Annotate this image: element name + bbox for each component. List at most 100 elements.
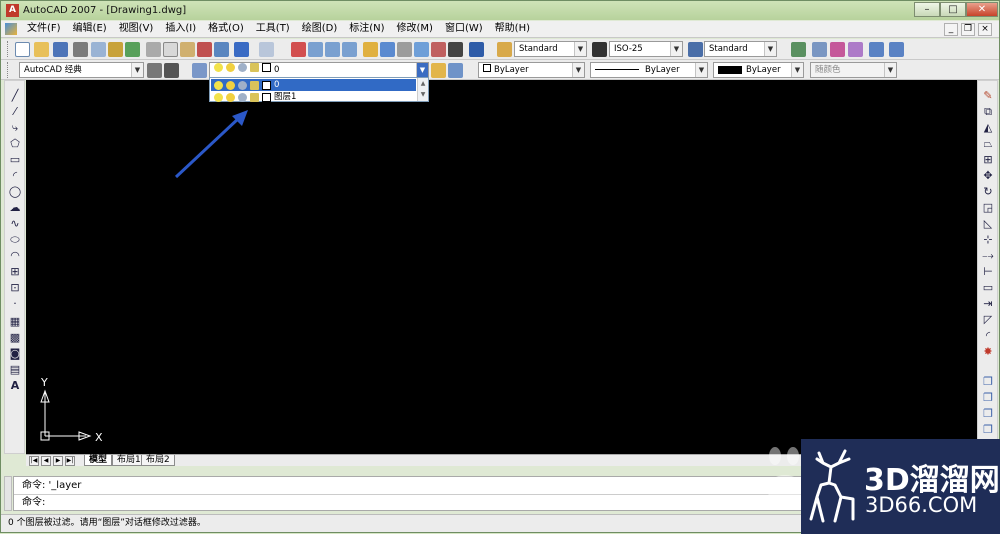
- join-icon[interactable]: ⇥: [981, 297, 995, 311]
- workspace-settings-icon[interactable]: [147, 63, 162, 78]
- layer-properties-icon[interactable]: [192, 63, 207, 78]
- zoom-realtime-icon[interactable]: [308, 42, 323, 57]
- viewport-freeze-icon[interactable]: [238, 92, 247, 102]
- dimension-style-select[interactable]: ISO-25 ▼: [609, 41, 683, 57]
- polyline-icon[interactable]: ⤷: [8, 121, 22, 135]
- table-style-icon[interactable]: [688, 42, 703, 57]
- text-style-select[interactable]: Standard ▼: [514, 41, 587, 57]
- calculator-icon[interactable]: [448, 42, 463, 57]
- revision-cloud-icon[interactable]: ☁: [8, 201, 22, 215]
- ellipse-arc-icon[interactable]: ◠: [8, 249, 22, 263]
- 3d-dwf-icon[interactable]: [125, 42, 140, 57]
- next-tab-button[interactable]: ▶: [53, 456, 63, 466]
- my-workspace-icon[interactable]: [164, 63, 179, 78]
- rotate-icon[interactable]: ↻: [981, 185, 995, 199]
- last-tab-button[interactable]: ▶|: [65, 456, 75, 466]
- publish-icon[interactable]: [108, 42, 123, 57]
- zoom-previous-icon[interactable]: [342, 42, 357, 57]
- bind-icon[interactable]: [869, 42, 884, 57]
- clip-icon[interactable]: [848, 42, 863, 57]
- markup-icon[interactable]: [431, 42, 446, 57]
- xref-icon[interactable]: [812, 42, 827, 57]
- chamfer-icon[interactable]: ◸: [981, 313, 995, 327]
- new-icon[interactable]: [15, 42, 30, 57]
- zoom-window-icon[interactable]: [325, 42, 340, 57]
- menu-draw[interactable]: 绘图(D): [296, 21, 344, 37]
- close-button[interactable]: ✕: [966, 2, 998, 17]
- move-icon[interactable]: ✥: [981, 169, 995, 183]
- rectangle-icon[interactable]: ▭: [8, 153, 22, 167]
- open-icon[interactable]: [34, 42, 49, 57]
- menu-insert[interactable]: 插入(I): [159, 21, 202, 37]
- command-window-grip[interactable]: [4, 476, 12, 511]
- toolbar-grip[interactable]: [7, 62, 10, 78]
- insert-block-icon[interactable]: ⊞: [8, 265, 22, 279]
- lock-icon[interactable]: [250, 92, 259, 102]
- lightbulb-icon[interactable]: [214, 80, 223, 90]
- menu-dimension[interactable]: 标注(N): [343, 21, 390, 37]
- make-block-icon[interactable]: ⊡: [8, 281, 22, 295]
- copy-icon[interactable]: [163, 42, 178, 57]
- menu-edit[interactable]: 编辑(E): [67, 21, 113, 37]
- trim-icon[interactable]: ⊹: [981, 233, 995, 247]
- hatch-icon[interactable]: ▦: [8, 315, 22, 329]
- menu-modify[interactable]: 修改(M): [391, 21, 439, 37]
- doc-restore-button[interactable]: ❐: [961, 23, 975, 36]
- redo-icon[interactable]: [259, 42, 274, 57]
- polygon-icon[interactable]: ⬠: [8, 137, 22, 151]
- command-prompt[interactable]: 命令:: [22, 496, 45, 510]
- extend-icon[interactable]: ⤍: [981, 249, 995, 263]
- cut-icon[interactable]: [146, 42, 161, 57]
- document-icon[interactable]: [5, 23, 17, 35]
- lightbulb-icon[interactable]: [214, 92, 223, 102]
- spline-icon[interactable]: ∿: [8, 217, 22, 231]
- layer-row-layer1[interactable]: 图层1: [211, 91, 416, 103]
- dimension-style-icon[interactable]: [592, 42, 607, 57]
- plotstyle-select[interactable]: 随颜色 ▼: [810, 62, 897, 78]
- text-style-icon[interactable]: [497, 42, 512, 57]
- autocad-app-icon[interactable]: A: [6, 4, 19, 17]
- properties-icon[interactable]: [363, 42, 378, 57]
- doc-minimize-button[interactable]: _: [944, 23, 958, 36]
- send-under-icon[interactable]: ❐: [981, 423, 995, 437]
- make-current-layer-icon[interactable]: [431, 63, 446, 78]
- drawing-canvas[interactable]: Y X: [26, 80, 977, 454]
- layer-select[interactable]: 0 ▼: [209, 62, 429, 78]
- plot-preview-icon[interactable]: [91, 42, 106, 57]
- design-center-icon[interactable]: [380, 42, 395, 57]
- edit-reference-icon[interactable]: [889, 42, 904, 57]
- first-tab-button[interactable]: |◀: [29, 456, 39, 466]
- lock-icon[interactable]: [250, 80, 259, 90]
- viewport-freeze-icon[interactable]: [238, 80, 247, 90]
- line-icon[interactable]: ╱: [8, 89, 22, 103]
- pan-icon[interactable]: [291, 42, 306, 57]
- prev-tab-button[interactable]: ◀: [41, 456, 51, 466]
- match-properties-icon[interactable]: [197, 42, 212, 57]
- sun-icon[interactable]: [226, 92, 235, 102]
- stretch-icon[interactable]: ◺: [981, 217, 995, 231]
- construction-line-icon[interactable]: ⁄: [8, 105, 22, 119]
- break-at-point-icon[interactable]: ⊢: [981, 265, 995, 279]
- doc-close-button[interactable]: ×: [978, 23, 992, 36]
- menu-view[interactable]: 视图(V): [113, 21, 160, 37]
- workspace-select[interactable]: AutoCAD 经典 ▼: [19, 62, 144, 78]
- minimize-button[interactable]: –: [914, 2, 940, 17]
- layer-previous-icon[interactable]: [448, 63, 463, 78]
- scale-icon[interactable]: ◲: [981, 201, 995, 215]
- arc-icon[interactable]: ◜: [8, 169, 22, 183]
- layer-dropdown-arrow[interactable]: ▼: [416, 63, 428, 77]
- sun-icon[interactable]: [226, 80, 235, 90]
- circle-icon[interactable]: ◯: [8, 185, 22, 199]
- multiline-text-icon[interactable]: A: [8, 379, 22, 393]
- refresh-icon[interactable]: [791, 42, 806, 57]
- menu-window[interactable]: 窗口(W): [439, 21, 489, 37]
- layer-row-0[interactable]: 0: [211, 79, 416, 91]
- color-select[interactable]: ByLayer ▼: [478, 62, 585, 78]
- tab-layout2[interactable]: 布局2: [141, 455, 175, 466]
- draw-order-back-icon[interactable]: ❐: [981, 391, 995, 405]
- help-icon[interactable]: [469, 42, 484, 57]
- attach-icon[interactable]: [830, 42, 845, 57]
- paste-icon[interactable]: [180, 42, 195, 57]
- toolbar-grip[interactable]: [7, 41, 10, 57]
- break-icon[interactable]: ▭: [981, 281, 995, 295]
